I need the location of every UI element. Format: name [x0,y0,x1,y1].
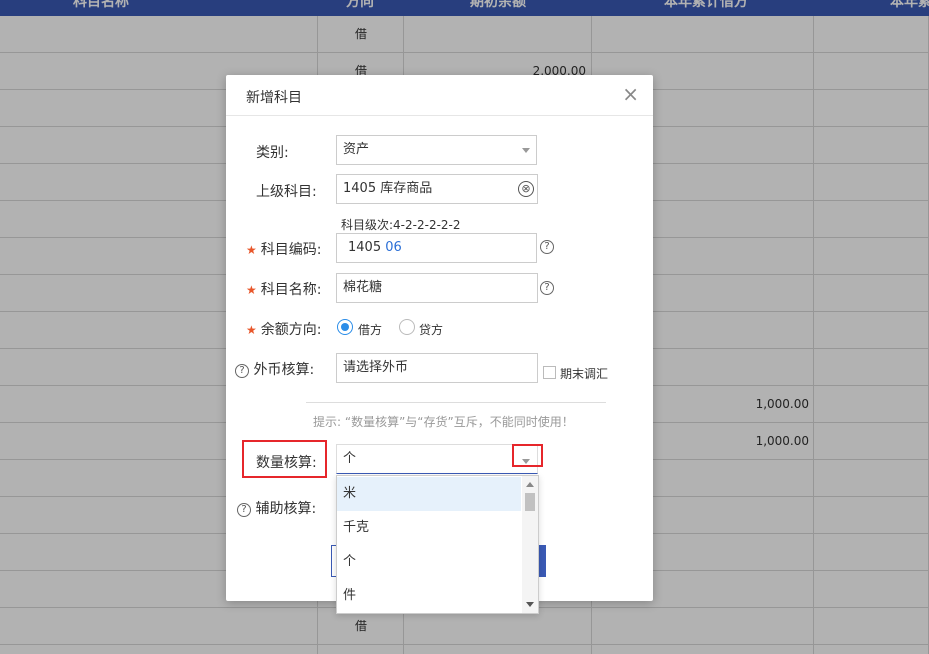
clear-icon[interactable]: ⊗ [518,181,534,197]
divider [306,402,606,403]
highlight-box-quantity-label [242,440,327,478]
balance-direction-label: ★ 余额方向: [246,319,321,339]
required-star-icon: ★ [246,243,257,257]
parent-subject-input[interactable]: 1405 库存商品 ⊗ [336,174,538,204]
auxiliary-label: ? 辅助核算: [237,498,316,518]
required-star-icon: ★ [246,283,257,297]
radio-credit-label: 贷方 [419,323,444,337]
parent-subject-label: 上级科目: [256,184,317,200]
auxiliary-label-text: 辅助核算: [255,501,317,517]
hint-text: 提示: “数量核算”与“存货”互斥，不能同时使用！ [313,415,574,429]
parent-subject-value: 1405 库存商品 [343,181,433,196]
chevron-down-icon [522,148,530,153]
subject-name-label: ★ 科目名称: [246,279,321,299]
period-end-adjust-label: 期末调汇 [560,367,609,381]
subject-name-label-text: 科目名称: [260,282,322,298]
help-icon[interactable]: ? [237,503,251,517]
foreign-currency-placeholder: 请选择外币 [343,360,409,375]
unit-dropdown-list[interactable]: 米 千克 个 件 [336,475,539,614]
subject-code-input[interactable]: 1405 06 [336,233,537,263]
subject-level-value: 4-2-2-2-2-2 [393,218,461,232]
radio-debit[interactable] [337,319,353,335]
scroll-up-icon[interactable] [526,482,534,487]
category-label: 类别: [256,145,289,161]
foreign-currency-label-text: 外币核算: [253,362,315,378]
help-icon[interactable]: ? [235,364,249,378]
unit-option[interactable]: 个 [337,545,521,579]
unit-option[interactable]: 件 [337,579,521,613]
subject-level-prefix: 科目级次: [341,218,394,232]
subject-code-suffix: 06 [385,240,402,255]
help-icon[interactable]: ? [540,240,554,254]
balance-direction-label-text: 余额方向: [260,322,322,338]
quantity-unit-value: 个 [343,451,357,466]
foreign-currency-label: ? 外币核算: [235,359,314,379]
required-star-icon: ★ [246,323,257,337]
subject-level-text: 科目级次:4-2-2-2-2-2 [341,216,461,233]
foreign-currency-select[interactable]: 请选择外币 [336,353,538,383]
category-select[interactable]: 资产 [336,135,537,165]
subject-name-value: 棉花糖 [343,280,383,295]
unit-option[interactable]: 米 [337,477,521,511]
confirm-button[interactable] [539,545,546,577]
scroll-thumb[interactable] [525,493,535,511]
highlight-box-dropdown-arrow [512,444,543,467]
dialog-title: 新增科目 [246,90,302,106]
radio-debit-label: 借方 [358,323,383,337]
subject-code-label-text: 科目编码: [260,242,322,258]
dialog-header: 新增科目 × [226,75,653,116]
period-end-adjust-checkbox[interactable] [543,366,556,379]
close-icon[interactable]: × [622,84,639,104]
dropdown-scrollbar[interactable] [522,476,538,613]
subject-code-prefix: 1405 [348,240,382,255]
help-icon[interactable]: ? [540,281,554,295]
radio-credit[interactable] [399,319,415,335]
quantity-unit-select[interactable]: 个 [336,444,538,474]
unit-option[interactable]: 千克 [337,511,521,545]
subject-name-input[interactable]: 棉花糖 [336,273,538,303]
scroll-down-icon[interactable] [526,602,534,607]
subject-code-label: ★ 科目编码: [246,239,321,259]
category-value: 资产 [343,142,370,157]
